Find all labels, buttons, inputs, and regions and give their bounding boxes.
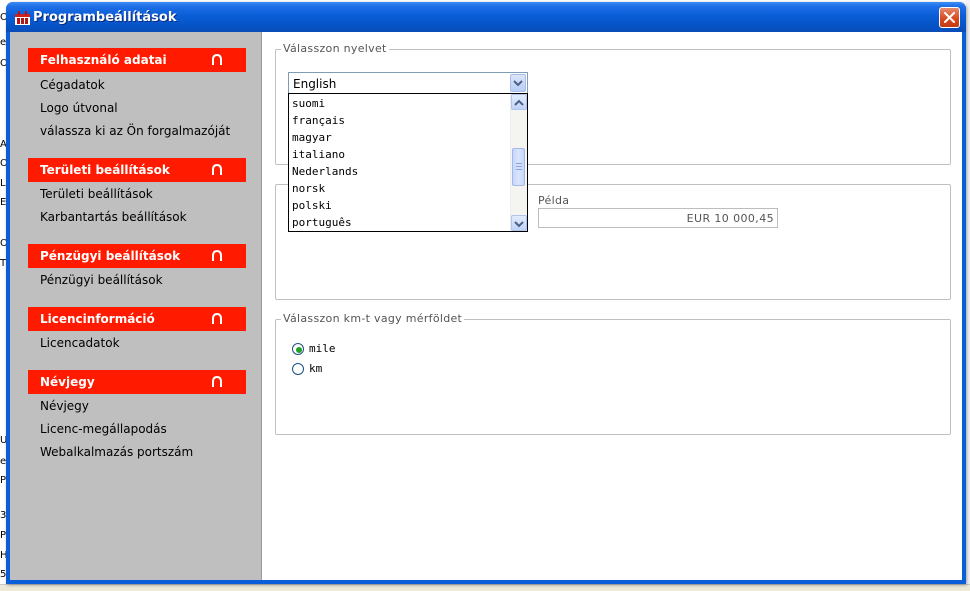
collapse-arrows-icon — [212, 376, 222, 387]
distance-unit-group: Válasszon km-t vagy mérföldet — [275, 312, 951, 435]
chevron-up-icon — [514, 99, 524, 106]
sidebar-item-about[interactable]: Névjegy — [40, 399, 89, 413]
section-header-license-info[interactable]: Licencinformáció — [28, 307, 246, 331]
chevron-down-icon — [514, 221, 524, 228]
window-title: Programbeállítások — [33, 10, 177, 25]
sidebar-item-logo-path[interactable]: Logo útvonal — [40, 101, 118, 115]
sidebar-item-distributor[interactable]: válassza ki az Ön forgalmazóját — [40, 124, 230, 138]
section-header-label: Felhasználó adatai — [40, 53, 167, 67]
language-option-suomi[interactable]: suomi — [292, 97, 325, 110]
sidebar-item-license-data[interactable]: Licencadatok — [40, 336, 120, 350]
dialog-client-area: Felhasználó adatai Cégadatok Logo útvona… — [10, 32, 962, 580]
section-header-financial-settings[interactable]: Pénzügyi beállítások — [28, 244, 246, 268]
language-option-francais[interactable]: français — [292, 114, 345, 127]
title-bar[interactable]: Programbeállítások — [6, 2, 966, 32]
sidebar-item-maintenance-settings[interactable]: Karbantartás beállítások — [40, 210, 187, 224]
language-group-legend: Válasszon nyelvet — [281, 42, 389, 55]
section-header-about[interactable]: Névjegy — [28, 370, 246, 394]
distance-group-legend: Válasszon km-t vagy mérföldet — [281, 312, 465, 325]
collapse-arrows-icon — [212, 54, 222, 65]
radio-checked-dot — [296, 347, 302, 353]
language-option-nederlands[interactable]: Nederlands — [292, 165, 358, 178]
settings-dialog: Programbeállítások Felhasználó adatai Cé… — [6, 2, 966, 584]
language-option-polski[interactable]: polski — [292, 199, 332, 212]
language-dropdown-list: suomi français magyar italiano Nederland… — [288, 93, 528, 232]
app-icon — [15, 10, 30, 25]
sidebar-item-regional-settings[interactable]: Területi beállítások — [40, 187, 153, 201]
language-selected-value: English — [293, 77, 337, 91]
section-header-label: Névjegy — [40, 375, 95, 389]
scrollbar-thumb[interactable] — [512, 148, 525, 186]
section-header-label: Területi beállítások — [40, 163, 170, 177]
radio-circle — [292, 343, 304, 355]
sidebar-item-web-app-port[interactable]: Webalkalmazás portszám — [40, 445, 193, 459]
example-value-field: EUR 10 000,45 — [538, 208, 778, 228]
section-header-label: Pénzügyi beállítások — [40, 249, 181, 263]
sidebar-item-company-data[interactable]: Cégadatok — [40, 78, 105, 92]
section-header-user-data[interactable]: Felhasználó adatai — [28, 48, 246, 72]
settings-sidebar: Felhasználó adatai Cégadatok Logo útvona… — [10, 32, 262, 580]
chevron-down-icon — [513, 80, 523, 87]
collapse-arrows-icon — [212, 164, 222, 175]
language-option-magyar[interactable]: magyar — [292, 131, 332, 144]
language-option-italiano[interactable]: italiano — [292, 148, 345, 161]
dropdown-scrollbar[interactable] — [510, 94, 527, 231]
radio-circle — [292, 363, 304, 375]
background-edge — [966, 0, 970, 590]
scroll-up-button[interactable] — [511, 94, 527, 110]
section-header-label: Licencinformáció — [40, 312, 155, 326]
language-select[interactable]: English — [288, 72, 528, 94]
sidebar-item-financial-settings[interactable]: Pénzügyi beállítások — [40, 273, 163, 287]
close-button[interactable] — [939, 7, 960, 28]
example-label: Példa — [538, 194, 570, 207]
close-x-icon — [944, 12, 955, 23]
section-header-regional-settings[interactable]: Területi beállítások — [28, 158, 246, 182]
language-option-norsk[interactable]: norsk — [292, 182, 325, 195]
example-value: EUR 10 000,45 — [686, 212, 774, 225]
sidebar-item-license-agreement[interactable]: Licenc-megállapodás — [40, 422, 167, 436]
collapse-arrows-icon — [212, 313, 222, 324]
background-text: L — [0, 178, 6, 189]
radio-label: mile — [309, 342, 336, 355]
collapse-arrows-icon — [212, 250, 222, 261]
radio-label: km — [309, 362, 323, 375]
dropdown-button[interactable] — [510, 74, 526, 92]
language-option-portugues[interactable]: português — [292, 216, 352, 229]
scroll-down-button[interactable] — [511, 215, 527, 231]
